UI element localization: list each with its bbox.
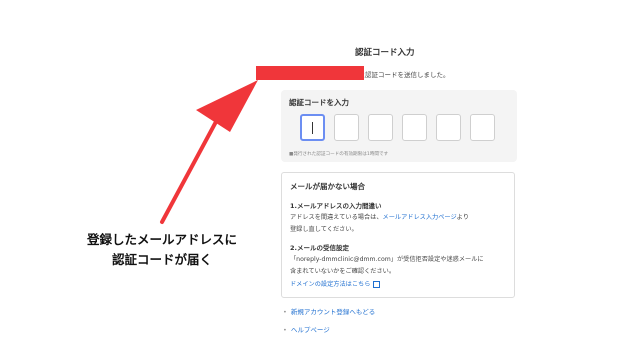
annotation-line2: 認証コードが届く — [111, 252, 212, 267]
annotation-arrow — [160, 80, 258, 224]
annotation-text: 登録したメールアドレスに 認証コードが届く — [48, 230, 276, 270]
annotation-line1: 登録したメールアドレスに — [86, 232, 237, 247]
